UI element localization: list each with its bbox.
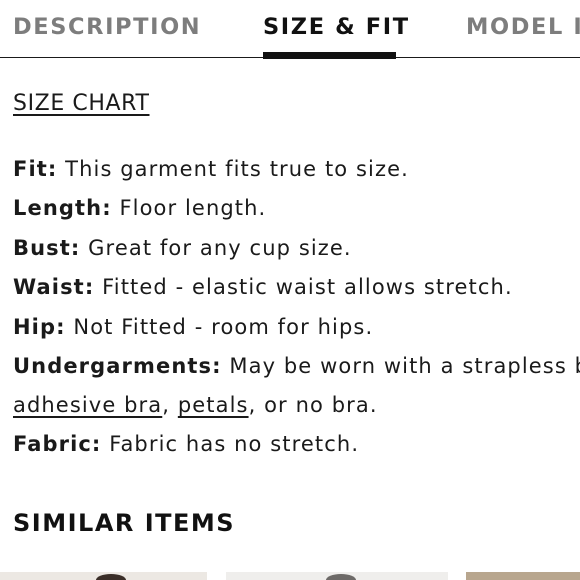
spec-length-label: Length: <box>13 196 112 220</box>
tab-size-and-fit[interactable]: SIZE & FIT <box>263 14 410 40</box>
spec-fabric: Fabric: Fabric has no stretch. <box>13 432 359 456</box>
adhesive-bra-link[interactable]: adhesive bra <box>13 393 162 417</box>
spec-fit-label: Fit: <box>13 157 58 181</box>
size-chart-link[interactable]: SIZE CHART <box>13 91 150 116</box>
spec-waist-label: Waist: <box>13 275 95 299</box>
tab-bar: DESCRIPTION SIZE & FIT MODEL II <box>0 0 580 59</box>
spec-bust: Bust: Great for any cup size. <box>13 236 352 260</box>
spec-hip-value: Not Fitted - room for hips. <box>65 315 374 339</box>
spec-fit: Fit: This garment fits true to size. <box>13 157 409 181</box>
product-details-panel: DESCRIPTION SIZE & FIT MODEL II SIZE CHA… <box>0 0 580 580</box>
spec-fabric-value: Fabric has no stretch. <box>101 432 360 456</box>
similar-items-heading: SIMILAR ITEMS <box>13 509 236 537</box>
product-photo-fragment <box>326 574 356 580</box>
spec-hip-label: Hip: <box>13 315 66 339</box>
spec-waist: Waist: Fitted - elastic waist allows str… <box>13 275 513 299</box>
spec-fit-value: This garment fits true to size. <box>57 157 409 181</box>
spec-length-value: Floor length. <box>111 196 267 220</box>
undergarments-tail: , or no bra. <box>248 393 378 417</box>
spec-undergarments: Undergarments: May be worn with a strapl… <box>13 354 580 378</box>
spec-hip: Hip: Not Fitted - room for hips. <box>13 315 373 339</box>
tab-description[interactable]: DESCRIPTION <box>13 14 201 40</box>
link-separator: , <box>162 393 178 417</box>
spec-undergarments-label: Undergarments: <box>13 354 222 378</box>
similar-item-thumbnail[interactable] <box>226 572 448 580</box>
spec-fabric-label: Fabric: <box>13 432 102 456</box>
spec-length: Length: Floor length. <box>13 196 266 220</box>
tab-model-info[interactable]: MODEL II <box>466 14 580 40</box>
spec-undergarments-continued: adhesive bra, petals, or no bra. <box>13 393 378 417</box>
product-photo-fragment <box>96 574 126 580</box>
similar-item-thumbnail[interactable] <box>0 572 207 580</box>
active-tab-indicator <box>263 52 396 59</box>
spec-bust-value: Great for any cup size. <box>80 236 352 260</box>
spec-bust-label: Bust: <box>13 236 81 260</box>
petals-link[interactable]: petals <box>178 393 249 417</box>
spec-undergarments-value: May be worn with a strapless b <box>221 354 580 378</box>
similar-item-thumbnail[interactable] <box>466 572 580 580</box>
spec-waist-value: Fitted - elastic waist allows stretch. <box>94 275 513 299</box>
